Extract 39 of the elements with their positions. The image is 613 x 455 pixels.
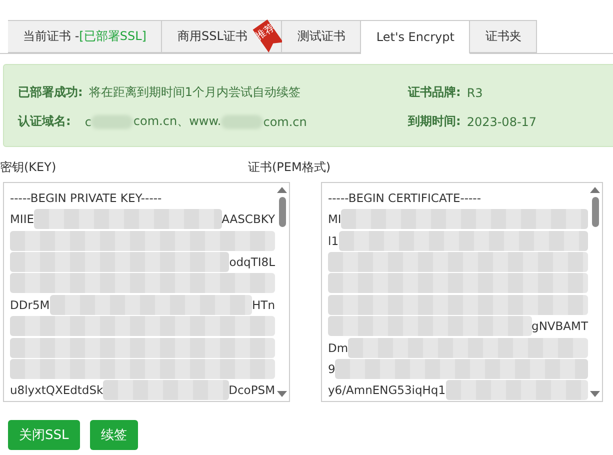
- pem-fragment: y6/AmnENG53iqHq1: [328, 383, 446, 398]
- pem-fragment: AASCBKY: [222, 212, 275, 226]
- text-area[interactable]: -----BEGIN CERTIFICATE----- MI l1 gNVBAMT Dm 9 y6/AmnENG53iqHq1: [321, 182, 603, 402]
- recommend-badge: 推荐: [252, 19, 284, 53]
- pem-fragment: MI: [328, 212, 342, 226]
- pem-fragment: Dm: [328, 340, 348, 355]
- field-label: 认证域名:: [18, 113, 71, 130]
- field-value: R3: [466, 86, 483, 100]
- tab[interactable]: 商用SSL证书 推荐: [162, 20, 282, 53]
- field-label: 密钥(KEY): [0, 159, 56, 176]
- pem-fragment: u8lyxtQXEdtdSk: [10, 383, 104, 398]
- pem-fragment: MIIE: [10, 212, 34, 226]
- scroll-down-icon[interactable]: [590, 391, 600, 397]
- tab[interactable]: 当前证书 -[已部署SSL]: [8, 20, 162, 53]
- pem-line: -----BEGIN CERTIFICATE-----: [328, 190, 481, 205]
- pem-fragment: gNVBAMT: [532, 319, 588, 334]
- pem-fragment: odqTI8L: [229, 254, 275, 269]
- domain-text: com.cn: [263, 114, 307, 128]
- text-area[interactable]: -----BEGIN PRIVATE KEY----- MIIE AASCBKY odqTI8L DDr5M HTn u8lyxtQXEdtdSk DcoPSM: [3, 182, 290, 402]
- pem-fragment: HTn: [252, 298, 275, 312]
- scroll-down-icon[interactable]: [277, 391, 287, 397]
- tab[interactable]: 测试证书: [282, 20, 362, 53]
- scrollbar-thumb[interactable]: [592, 197, 598, 227]
- domain-text: c: [84, 114, 92, 128]
- field-label: 到期时间:: [408, 113, 461, 130]
- pem-line: -----BEGIN PRIVATE KEY-----: [10, 190, 162, 205]
- pem-fragment: DcoPSM: [228, 383, 275, 398]
- pem-fragment: DDr5M: [10, 298, 50, 312]
- field-value: 2023-08-17: [466, 114, 537, 128]
- field-label: 已部署成功:: [18, 84, 83, 101]
- field-value: 将在距离到期时间1个月内尝试自动续签: [88, 84, 300, 101]
- field-label: 证书品牌:: [408, 84, 461, 101]
- scrollbar-thumb[interactable]: [278, 197, 286, 227]
- field-label: 证书(PEM格式): [248, 159, 331, 176]
- pem-fragment: l1: [328, 234, 339, 248]
- tab[interactable]: 证书夹: [470, 20, 538, 53]
- domain-text: com.cn、www.: [133, 113, 222, 130]
- tab[interactable]: Let's Encrypt: [361, 20, 470, 54]
- pem-fragment: 9: [328, 362, 336, 376]
